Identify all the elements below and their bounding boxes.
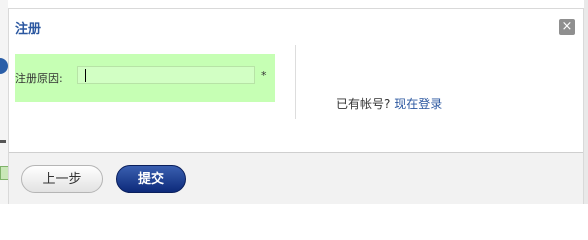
background-element: [0, 140, 6, 143]
dialog-footer: 上一步 提交: [9, 152, 583, 204]
register-dialog: 注册 × 注册原因: * 已有帐号? 现在登录 上一步 提交: [8, 8, 584, 204]
page: 注册 × 注册原因: * 已有帐号? 现在登录 上一步 提交: [0, 0, 588, 204]
register-form: 注册原因: *: [15, 54, 275, 102]
text-caret: [85, 69, 86, 82]
divider: [295, 45, 296, 119]
login-prompt: 已有帐号?: [336, 97, 391, 111]
background-page: [584, 0, 588, 204]
submit-button[interactable]: 提交: [116, 165, 186, 193]
dialog-title: 注册: [15, 22, 42, 37]
close-icon[interactable]: ×: [559, 19, 575, 35]
login-prompt-row: 已有帐号? 现在登录: [336, 95, 442, 112]
reason-input[interactable]: [77, 66, 255, 84]
login-link[interactable]: 现在登录: [394, 97, 442, 111]
prev-step-button[interactable]: 上一步: [21, 165, 103, 193]
reason-label: 注册原因:: [15, 72, 63, 85]
required-mark: *: [261, 69, 267, 82]
